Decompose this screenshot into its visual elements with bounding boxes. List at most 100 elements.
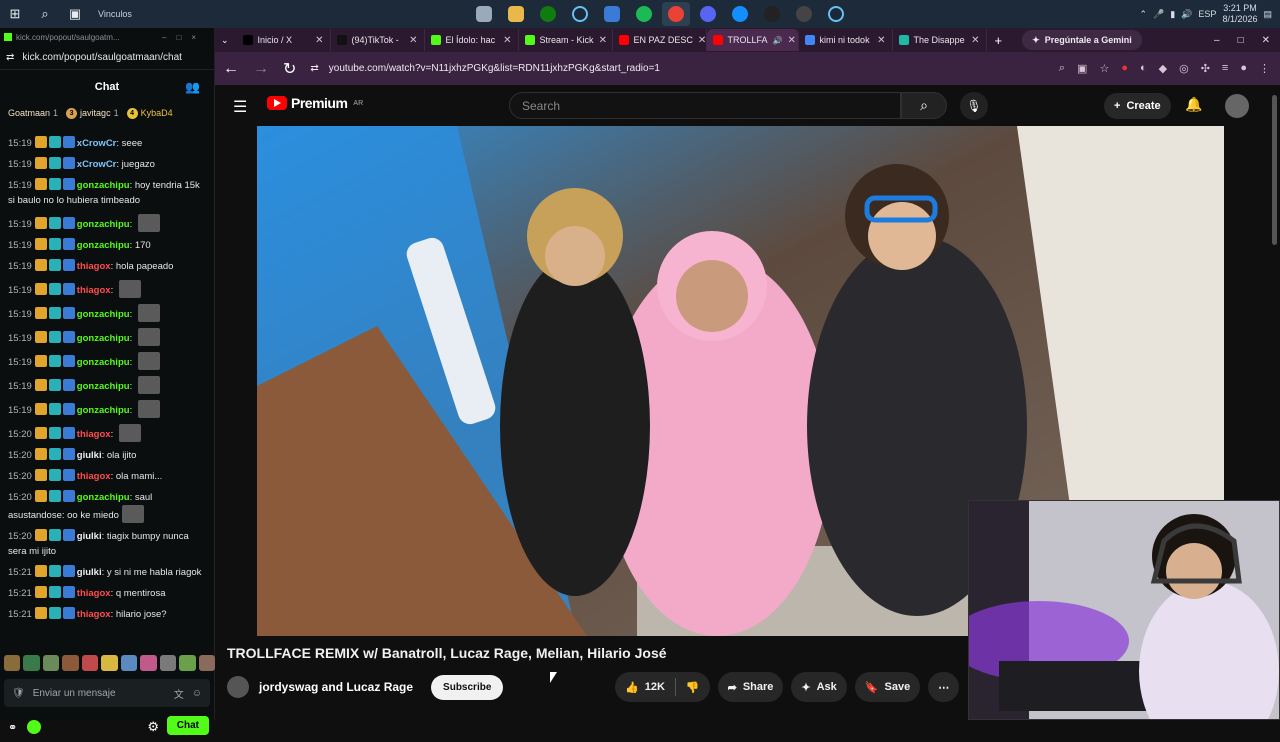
browser-tab[interactable]: (94)TikTok - ✕ <box>331 29 425 51</box>
notifications-bell-icon[interactable]: 🔔 <box>1185 96 1202 113</box>
emote-icon[interactable] <box>179 655 196 671</box>
site-info-icon[interactable]: ⇄ <box>6 52 14 63</box>
more-icon[interactable]: ⋮ <box>1259 62 1270 75</box>
send-chat-button[interactable]: Chat <box>166 716 209 735</box>
gifter-chip[interactable]: 4 KybaD4 <box>126 107 173 119</box>
puzzle-icon[interactable]: ✣ <box>1201 62 1210 75</box>
gifter-chip[interactable]: Goatmaan 1 <box>8 108 58 118</box>
message-username[interactable]: gonzachipu <box>77 219 130 230</box>
tab-close-icon[interactable]: ✕ <box>503 35 511 46</box>
message-username[interactable]: thiagox <box>77 429 111 440</box>
more-actions-button[interactable]: ⋯ <box>928 672 960 702</box>
extension-icon[interactable]: ◆ <box>1159 62 1167 75</box>
close-icon[interactable]: ✕ <box>1262 35 1270 46</box>
avatar[interactable] <box>1225 94 1249 118</box>
start-icon[interactable]: ⊞ <box>0 0 30 28</box>
chat-messages[interactable]: 15:19 xCrowCr: seee 15:19 xCrowCr: juegazo 1… <box>0 133 215 653</box>
emote-icon[interactable] <box>140 655 157 671</box>
chat-message[interactable]: 15:19 gonzachipu: <box>0 325 215 349</box>
volume-icon[interactable]: 🔊 <box>1181 9 1192 20</box>
message-username[interactable]: giulki <box>77 567 102 578</box>
chat-message[interactable]: 15:20 giulki: ola ijito <box>0 445 215 466</box>
app-icon-battlenet[interactable] <box>726 2 754 26</box>
scroll-thumb[interactable] <box>1272 95 1277 245</box>
browser-tab[interactable]: Inicio / X ✕ <box>237 29 331 51</box>
ask-button[interactable]: ✦ Ask <box>791 672 847 702</box>
browser-tab[interactable]: El Ídolo: hac ✕ <box>425 29 519 51</box>
emote-icon[interactable] <box>101 655 118 671</box>
message-username[interactable]: xCrowCr <box>77 138 117 149</box>
app-icon-epic[interactable] <box>758 2 786 26</box>
message-username[interactable]: thiagox <box>77 261 111 272</box>
users-icon[interactable]: 👥 <box>185 80 200 94</box>
chat-input[interactable]: 🛡 Enviar un mensaje 文 ☺ <box>4 679 210 707</box>
search-button[interactable]: ⌕ <box>901 92 947 119</box>
emote-icon[interactable] <box>198 655 215 671</box>
tab-close-icon[interactable]: ✕ <box>315 35 323 46</box>
back-icon[interactable]: ← <box>223 60 239 78</box>
chat-message[interactable]: 15:20 gonzachipu: saul asustandose: oo ke… <box>0 487 215 526</box>
settings-gear-icon[interactable]: ⚙ <box>147 719 159 735</box>
notifications-icon[interactable]: ▤ <box>1263 9 1272 20</box>
network-icon[interactable]: ▮ <box>1170 9 1175 20</box>
chat-message[interactable]: 15:19 gonzachipu: <box>0 301 215 325</box>
message-username[interactable]: thiagox <box>77 588 111 599</box>
message-username[interactable]: xCrowCr <box>77 159 117 170</box>
tab-close-icon[interactable]: ✕ <box>698 35 706 46</box>
chevron-up-icon[interactable]: ⌃ <box>1139 9 1147 20</box>
forward-icon[interactable]: → <box>253 60 269 78</box>
screen-icon[interactable]: ▣ <box>1077 62 1087 75</box>
app-icon-chrome[interactable] <box>662 2 690 26</box>
message-username[interactable]: gonzachipu <box>77 309 130 320</box>
message-username[interactable]: gonzachipu <box>77 180 130 191</box>
message-username[interactable]: thiagox <box>77 609 111 620</box>
extension-icon[interactable]: ◎ <box>1179 62 1189 75</box>
profile-icon[interactable]: ● <box>1240 62 1247 75</box>
shield-icon[interactable]: 🛡 <box>12 688 25 699</box>
gifter-chip[interactable]: 3 javitagc 1 <box>66 107 119 119</box>
message-username[interactable]: giulki <box>77 450 102 461</box>
audio-playing-icon[interactable]: 🔊 <box>773 36 783 45</box>
page-scrollbar[interactable] <box>1270 85 1280 505</box>
address-bar[interactable]: ⇄ youtube.com/watch?v=N11jxhzPGKg&list=R… <box>310 57 1021 80</box>
translate-icon[interactable]: 文 <box>174 686 184 701</box>
chat-message[interactable]: 15:19 gonzachipu: <box>0 349 215 373</box>
task-view-icon[interactable]: ▣ <box>60 0 90 28</box>
hamburger-menu-icon[interactable]: ☰ <box>233 97 247 117</box>
app-icon-steam[interactable] <box>566 2 594 26</box>
message-username[interactable]: giulki <box>77 531 102 542</box>
channel-name[interactable]: jordyswag and Lucaz Rage <box>259 680 413 694</box>
chat-message[interactable]: 15:20 thiagox: <box>0 421 215 445</box>
message-username[interactable]: gonzachipu <box>77 240 130 251</box>
tab-close-icon[interactable]: ✕ <box>599 35 607 46</box>
chat-message[interactable]: 15:21 thiagox: q mentirosa <box>0 583 215 604</box>
emote-icon[interactable] <box>62 655 79 671</box>
browser-tab[interactable]: TROLLFA 🔊 ✕ <box>706 29 799 51</box>
search-input[interactable]: Search <box>509 92 901 119</box>
site-info-icon[interactable]: ⇄ <box>310 63 318 74</box>
message-username[interactable]: thiagox <box>77 471 111 482</box>
tab-close-icon[interactable]: ✕ <box>877 35 885 46</box>
language-indicator[interactable]: ESP <box>1198 9 1216 19</box>
subscribe-button[interactable]: Subscribe <box>431 674 504 700</box>
tab-close-icon[interactable]: ✕ <box>409 35 417 46</box>
app-icon-xbox[interactable] <box>534 2 562 26</box>
app-icon-discord[interactable] <box>694 2 722 26</box>
app-icon-files[interactable] <box>470 2 498 26</box>
youtube-logo[interactable]: Premium AR <box>267 95 363 111</box>
microphone-tray-icon[interactable]: 🎤 <box>1153 9 1164 20</box>
thumbs-down-icon[interactable]: 👎 <box>686 681 700 694</box>
app-icon-obs[interactable] <box>790 2 818 26</box>
message-username[interactable]: gonzachipu <box>77 492 130 503</box>
chat-message[interactable]: 15:19 gonzachipu: <box>0 397 215 421</box>
channel-avatar[interactable] <box>227 676 249 698</box>
message-username[interactable]: gonzachipu <box>77 333 130 344</box>
share-button[interactable]: ➦ Share <box>717 672 784 702</box>
browser-tab[interactable]: kimi ni todok ✕ <box>799 29 893 51</box>
message-username[interactable]: gonzachipu <box>77 381 130 392</box>
zoom-icon[interactable]: ⌕ <box>1059 62 1065 75</box>
clock[interactable]: 3:21 PM 8/1/2026 <box>1222 3 1257 25</box>
emote-icon[interactable] <box>4 655 21 671</box>
save-button[interactable]: 🔖 Save <box>854 672 921 702</box>
chat-message[interactable]: 15:19 xCrowCr: seee <box>0 133 215 154</box>
